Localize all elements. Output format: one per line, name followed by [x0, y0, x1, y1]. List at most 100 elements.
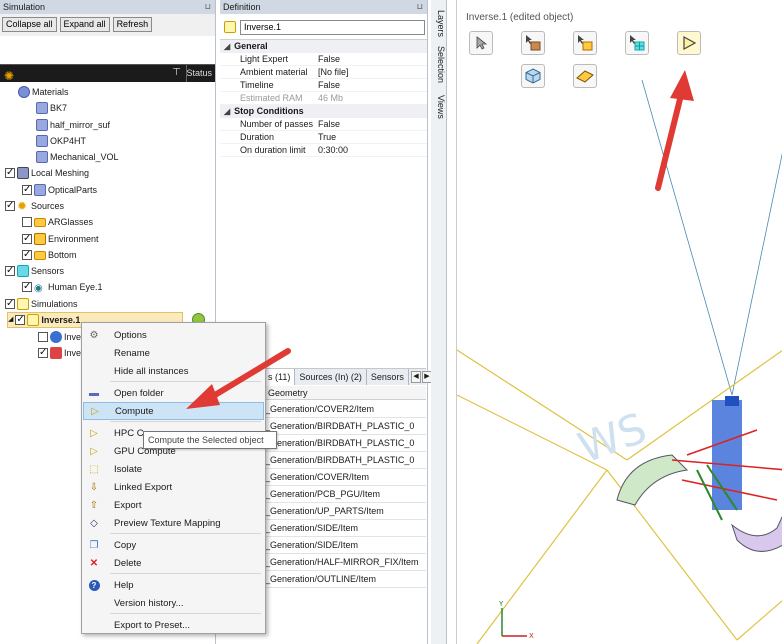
checkbox[interactable]: [15, 312, 26, 328]
menu-item-hide-all-instances[interactable]: Hide all instances: [83, 362, 264, 380]
prop-key: Estimated RAM: [240, 93, 303, 103]
prop-timeline[interactable]: Timeline False: [220, 79, 427, 92]
tree-item-simulations[interactable]: Simulations: [5, 296, 78, 312]
prop-number-of-passes[interactable]: Number of passes False: [220, 118, 427, 131]
pin-icon[interactable]: ⊔: [417, 0, 423, 14]
menu-item-label: Delete: [114, 557, 142, 569]
prop-value[interactable]: 0:30:00: [316, 144, 427, 156]
tree-item-local-meshing[interactable]: Local Meshing: [5, 165, 89, 181]
pin-icon[interactable]: ⊔: [205, 0, 211, 14]
menu-item-label: Copy: [114, 539, 137, 551]
menu-item-export-to-preset[interactable]: Export to Preset...: [83, 616, 264, 634]
menu-item-delete[interactable]: ✕ Delete: [83, 554, 264, 572]
prop-on-duration-limit[interactable]: On duration limit 0:30:00: [220, 144, 427, 157]
collapse-all-button[interactable]: Collapse all: [2, 17, 57, 32]
menu-item-options[interactable]: ⚙ Options: [83, 326, 264, 344]
checkbox[interactable]: [22, 217, 32, 227]
material-icon: [18, 86, 30, 98]
tab-scroll-left-icon[interactable]: ◀: [410, 371, 421, 383]
prop-value[interactable]: True: [316, 131, 427, 143]
checkbox[interactable]: [38, 345, 48, 361]
object-name-field[interactable]: [240, 19, 425, 35]
checkbox[interactable]: [22, 279, 32, 295]
prop-key: On duration limit: [240, 145, 306, 155]
definition-panel-header: Definition ⊔: [220, 0, 427, 14]
tree-item-sources[interactable]: ✹ Sources: [5, 198, 64, 214]
tree-item-label: Mechanical_VOL: [50, 152, 119, 162]
checkbox[interactable]: [22, 182, 32, 198]
menu-item-label: Compute: [115, 405, 154, 417]
checkbox[interactable]: [5, 296, 15, 312]
checkbox[interactable]: [22, 231, 32, 247]
filter-icon[interactable]: ⊤: [172, 67, 181, 78]
prop-value[interactable]: False: [316, 79, 427, 91]
collapse-arrow-icon[interactable]: ◢: [224, 107, 230, 116]
export-icon: ⇧: [89, 499, 99, 511]
tree-item-human-eye[interactable]: ◉ Human Eye.1: [22, 279, 103, 295]
svg-text:Y: Y: [498, 600, 504, 608]
sensors-icon: [17, 265, 29, 277]
menu-item-preview-texture-mapping[interactable]: ◇ Preview Texture Mapping: [83, 514, 264, 532]
tree-item-okp4ht[interactable]: OKP4HT: [36, 133, 86, 149]
tree-item-bk7[interactable]: BK7: [36, 100, 67, 116]
tree-item-inverse-result-2[interactable]: Inve: [38, 345, 81, 361]
simulation-panel-title: Simulation: [3, 2, 46, 12]
section-general[interactable]: ◢ General: [220, 40, 427, 53]
section-stop-conditions[interactable]: ◢ Stop Conditions: [220, 105, 427, 118]
checkbox[interactable]: [38, 332, 48, 342]
tree-item-sensors[interactable]: Sensors: [5, 263, 64, 279]
prop-value[interactable]: False: [316, 118, 427, 130]
collapse-arrow-icon[interactable]: ◢: [8, 312, 13, 328]
axis-triad: Y X: [498, 600, 534, 640]
inverse-simulation-icon: [27, 314, 40, 326]
surface-source-icon: [34, 250, 46, 260]
menu-item-copy[interactable]: ❐ Copy: [83, 536, 264, 554]
checkbox[interactable]: [5, 165, 15, 181]
folder-icon: ▬: [89, 387, 99, 399]
tree-item-opticalparts[interactable]: OpticalParts: [22, 182, 97, 198]
tree-item-label: Local Meshing: [31, 168, 90, 178]
prop-light-expert[interactable]: Light Expert False: [220, 53, 427, 66]
tree-item-materials[interactable]: Materials: [18, 84, 69, 100]
checkbox[interactable]: [5, 263, 15, 279]
refresh-button[interactable]: Refresh: [112, 17, 153, 32]
checkbox[interactable]: [22, 247, 32, 263]
tree-item-label: OpticalParts: [48, 185, 98, 195]
viewport-3d[interactable]: Inverse.1 (edited object) WS Y X: [456, 0, 782, 644]
menu-item-export[interactable]: ⇧ Export: [83, 496, 264, 514]
prop-value[interactable]: [No file]: [316, 66, 427, 78]
menu-item-version-history[interactable]: Version history...: [83, 594, 264, 612]
tab-selection[interactable]: Selection: [432, 46, 446, 83]
menu-item-help[interactable]: ? Help: [83, 576, 264, 594]
tree-item-environment[interactable]: Environment: [22, 231, 99, 247]
menu-item-isolate[interactable]: ⬚ Isolate: [83, 460, 264, 478]
tree-item-label: Human Eye.1: [48, 282, 103, 292]
tree-item-samplefile[interactable]: ✺ SampleFile: [4, 68, 63, 84]
menu-item-label: Export: [114, 499, 142, 511]
menu-item-linked-export[interactable]: ⇩ Linked Export: [83, 478, 264, 496]
material-cube-icon: [36, 119, 48, 131]
menu-item-open-folder[interactable]: ▬ Open folder: [83, 384, 264, 402]
prop-ambient-material[interactable]: Ambient material [No file]: [220, 66, 427, 79]
simulations-icon: [17, 298, 29, 310]
tab-layers[interactable]: Layers: [432, 10, 446, 37]
prop-value[interactable]: False: [316, 53, 427, 65]
menu-item-compute[interactable]: ▷ Compute: [83, 402, 264, 420]
tree-item-bottom[interactable]: Bottom: [22, 247, 77, 263]
tree-item-arglasses[interactable]: ARGlasses: [22, 214, 93, 230]
prop-duration[interactable]: Duration True: [220, 131, 427, 144]
display-source-icon: [34, 217, 46, 227]
expand-all-button[interactable]: Expand all: [59, 17, 110, 32]
menu-item-rename[interactable]: Rename: [83, 344, 264, 362]
checkbox[interactable]: [5, 198, 15, 214]
isolate-icon: ⬚: [89, 463, 99, 475]
tree-item-mechanical-vol[interactable]: Mechanical_VOL: [36, 149, 119, 165]
definition-panel-title: Definition: [223, 2, 261, 12]
tree-item-half-mirror-suf[interactable]: half_mirror_suf: [36, 117, 110, 133]
tab-views[interactable]: Views: [432, 95, 446, 119]
tab-sources-in[interactable]: Sources (In) (2): [295, 369, 367, 385]
tab-sensors[interactable]: Sensors: [367, 369, 409, 385]
tree-item-inverse-result-1[interactable]: Inve: [38, 329, 81, 345]
collapse-arrow-icon[interactable]: ◢: [224, 42, 230, 51]
side-tab-strip: Layers Selection Views: [431, 0, 447, 644]
